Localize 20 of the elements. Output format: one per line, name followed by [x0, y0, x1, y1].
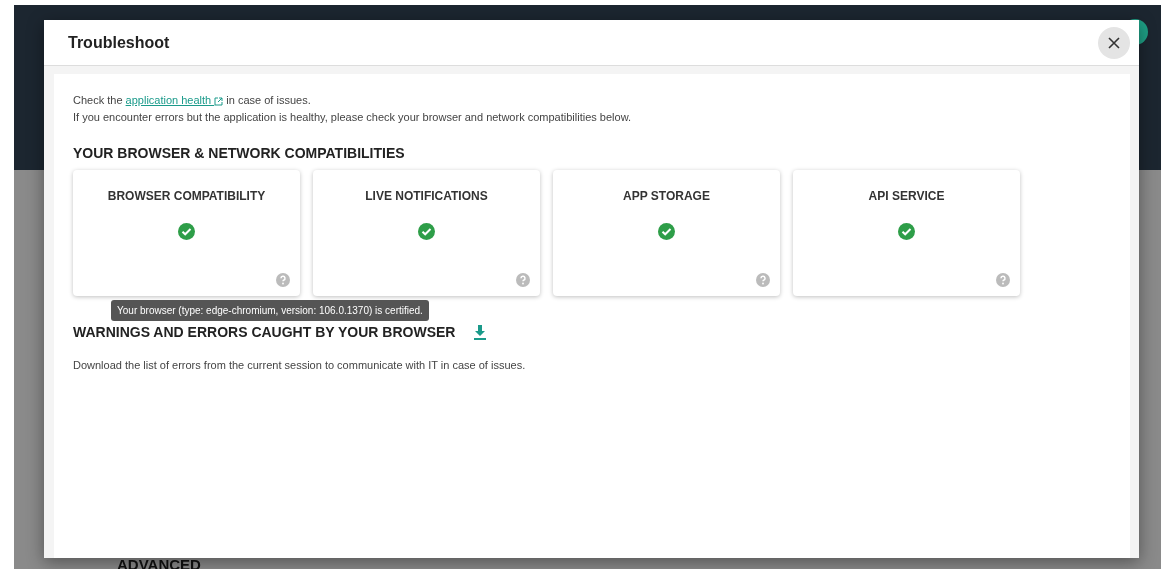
- card-title: BROWSER COMPATIBILITY: [107, 187, 266, 205]
- section-heading: YOUR BROWSER & NETWORK COMPATIBILITIES: [73, 144, 406, 162]
- card-title: APP STORAGE: [623, 187, 710, 205]
- tooltip: Your browser (type: edge-chromium, version: 106.0.1370) is certified.: [111, 300, 429, 321]
- section-heading: WARNINGS AND ERRORS CAUGHT BY YOUR BROWSER: [73, 323, 456, 341]
- help-icon[interactable]: [756, 272, 770, 287]
- close-icon: [1107, 35, 1121, 50]
- dialog-title: Troubleshoot: [68, 32, 170, 53]
- intro-text: If you encounter errors but the application is healthy, please check your browser and network compatibilities below.: [73, 109, 633, 125]
- description-text: Download the list of errors from the current session to communicate with IT in case of issues.: [73, 357, 527, 373]
- help-icon[interactable]: [996, 272, 1010, 287]
- download-icon[interactable]: [473, 324, 488, 341]
- card-title: LIVE NOTIFICATIONS: [365, 187, 488, 205]
- close-button[interactable]: [1098, 26, 1130, 59]
- help-icon[interactable]: [276, 272, 290, 287]
- help-icon[interactable]: [516, 272, 530, 287]
- external-link-icon: [214, 96, 224, 106]
- intro-text: Check the application health in case of issues.: [73, 93, 312, 108]
- card-title: API SERVICE: [868, 187, 945, 205]
- health-link[interactable]: application health: [125, 94, 224, 106]
